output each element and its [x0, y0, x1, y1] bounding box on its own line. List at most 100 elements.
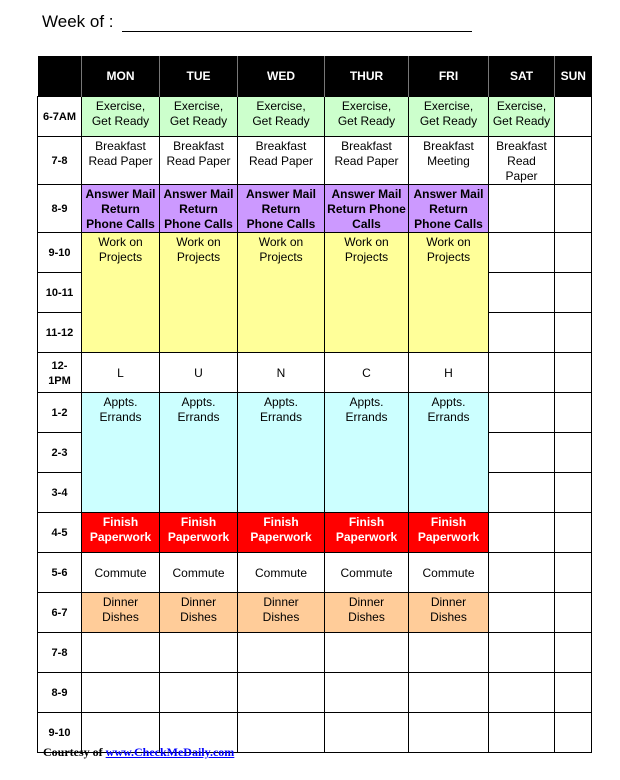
- schedule-cell[interactable]: [554, 96, 592, 137]
- time-header: [37, 56, 82, 97]
- schedule-cell[interactable]: [159, 632, 238, 673]
- schedule-cell[interactable]: Dinner Dishes: [324, 592, 409, 633]
- schedule-cell[interactable]: [488, 552, 555, 593]
- schedule-cell[interactable]: Commute: [159, 552, 238, 593]
- schedule-cell[interactable]: [488, 392, 555, 433]
- schedule-cell[interactable]: [554, 136, 592, 185]
- schedule-cell[interactable]: [488, 712, 555, 753]
- schedule-cell[interactable]: Breakfast Read Paper: [159, 136, 238, 185]
- schedule-cell[interactable]: [488, 672, 555, 713]
- schedule-cell[interactable]: [554, 232, 592, 273]
- schedule-cell[interactable]: N: [237, 352, 325, 393]
- schedule-cell[interactable]: U: [159, 352, 238, 393]
- schedule-cell[interactable]: [488, 632, 555, 673]
- schedule-cell[interactable]: [488, 232, 555, 273]
- schedule-cell[interactable]: [554, 712, 592, 753]
- schedule-cell[interactable]: Exercise, Get Ready: [81, 96, 160, 137]
- schedule-cell[interactable]: L: [81, 352, 160, 393]
- schedule-cell[interactable]: Answer Mail Return Phone Calls: [408, 184, 489, 233]
- schedule-cell[interactable]: [408, 632, 489, 673]
- schedule-cell[interactable]: Dinner Dishes: [408, 592, 489, 633]
- schedule-cell[interactable]: [488, 272, 555, 313]
- schedule-cell[interactable]: [237, 672, 325, 713]
- schedule-cell[interactable]: [554, 552, 592, 593]
- schedule-cell[interactable]: [324, 672, 409, 713]
- schedule-cell[interactable]: [488, 184, 555, 233]
- schedule-cell[interactable]: Work on Projects: [81, 232, 160, 353]
- schedule-cell[interactable]: Exercise, Get Ready: [488, 96, 555, 137]
- schedule-cell[interactable]: Commute: [408, 552, 489, 593]
- schedule-cell[interactable]: H: [408, 352, 489, 393]
- schedule-cell[interactable]: Breakfast Read Paper: [237, 136, 325, 185]
- schedule-cell[interactable]: Commute: [81, 552, 160, 593]
- table-row: 1-2 Appts. Errands Appts. Errands Appts. Er…: [37, 392, 592, 513]
- schedule-cell[interactable]: Appts. Errands: [159, 392, 238, 513]
- schedule-cell[interactable]: [237, 632, 325, 673]
- schedule-cell[interactable]: Answer Mail Return Phone Calls: [324, 184, 409, 233]
- schedule-cell[interactable]: Answer Mail Return Phone Calls: [237, 184, 325, 233]
- schedule-cell[interactable]: [554, 632, 592, 673]
- schedule-cell[interactable]: Answer Mail Return Phone Calls: [81, 184, 160, 233]
- schedule-cell[interactable]: [554, 272, 592, 313]
- schedule-cell[interactable]: Dinner Dishes: [237, 592, 325, 633]
- schedule-cell[interactable]: Appts. Errands: [324, 392, 409, 513]
- schedule-cell[interactable]: Work on Projects: [408, 232, 489, 353]
- schedule-cell[interactable]: Answer Mail Return Phone Calls: [159, 184, 238, 233]
- schedule-cell[interactable]: Work on Projects: [159, 232, 238, 353]
- schedule-cell[interactable]: Finish Paperwork: [81, 512, 160, 553]
- schedule-cell[interactable]: Breakfast Read Paper: [488, 136, 555, 185]
- time-slot-label: 7-8: [37, 136, 82, 185]
- time-slot-label: 1-2: [37, 392, 82, 433]
- schedule-cell[interactable]: [554, 592, 592, 633]
- schedule-cell[interactable]: Exercise, Get Ready: [408, 96, 489, 137]
- schedule-cell[interactable]: [324, 712, 409, 753]
- schedule-cell[interactable]: [554, 352, 592, 393]
- schedule-cell[interactable]: [408, 672, 489, 713]
- schedule-cell[interactable]: [554, 432, 592, 473]
- schedule-cell[interactable]: [554, 312, 592, 353]
- time-slot-label: 10-11: [37, 272, 82, 313]
- week-of-blank-line[interactable]: [121, 13, 472, 32]
- schedule-cell[interactable]: Commute: [324, 552, 409, 593]
- schedule-cell[interactable]: [554, 512, 592, 553]
- schedule-cell[interactable]: Commute: [237, 552, 325, 593]
- schedule-cell[interactable]: Exercise, Get Ready: [237, 96, 325, 137]
- schedule-cell[interactable]: Appts. Errands: [408, 392, 489, 513]
- schedule-cell[interactable]: C: [324, 352, 409, 393]
- schedule-cell[interactable]: Work on Projects: [324, 232, 409, 353]
- table-row: 6-7 Dinner Dishes Dinner Dishes Dinner Dish…: [37, 592, 592, 633]
- schedule-cell[interactable]: Work on Projects: [237, 232, 325, 353]
- schedule-cell[interactable]: Finish Paperwork: [237, 512, 325, 553]
- schedule-cell[interactable]: [324, 632, 409, 673]
- schedule-cell[interactable]: Finish Paperwork: [408, 512, 489, 553]
- schedule-cell[interactable]: Finish Paperwork: [159, 512, 238, 553]
- schedule-cell[interactable]: Dinner Dishes: [159, 592, 238, 633]
- schedule-cell[interactable]: [488, 472, 555, 513]
- schedule-cell[interactable]: Dinner Dishes: [81, 592, 160, 633]
- schedule-cell[interactable]: Exercise, Get Ready: [159, 96, 238, 137]
- footer-link[interactable]: www.CheckMeDaily.com: [106, 745, 235, 759]
- schedule-cell[interactable]: [554, 472, 592, 513]
- schedule-cell[interactable]: [159, 672, 238, 713]
- schedule-cell[interactable]: [488, 352, 555, 393]
- schedule-cell[interactable]: [237, 712, 325, 753]
- time-slot-label: 7-8: [37, 632, 82, 673]
- schedule-cell[interactable]: [81, 672, 160, 713]
- schedule-cell[interactable]: Finish Paperwork: [324, 512, 409, 553]
- schedule-cell[interactable]: [408, 712, 489, 753]
- schedule-cell[interactable]: Exercise, Get Ready: [324, 96, 409, 137]
- schedule-cell[interactable]: [488, 592, 555, 633]
- week-of-field[interactable]: Week of :: [42, 12, 472, 32]
- schedule-cell[interactable]: [488, 312, 555, 353]
- schedule-cell[interactable]: Breakfast Read Paper: [324, 136, 409, 185]
- schedule-cell[interactable]: Breakfast Read Paper: [81, 136, 160, 185]
- schedule-cell[interactable]: [81, 632, 160, 673]
- schedule-cell[interactable]: [554, 672, 592, 713]
- schedule-cell[interactable]: [554, 392, 592, 433]
- schedule-cell[interactable]: [488, 432, 555, 473]
- schedule-cell[interactable]: [554, 184, 592, 233]
- schedule-cell[interactable]: Appts. Errands: [237, 392, 325, 513]
- schedule-cell[interactable]: Breakfast Meeting: [408, 136, 489, 185]
- schedule-cell[interactable]: [488, 512, 555, 553]
- schedule-cell[interactable]: Appts. Errands: [81, 392, 160, 513]
